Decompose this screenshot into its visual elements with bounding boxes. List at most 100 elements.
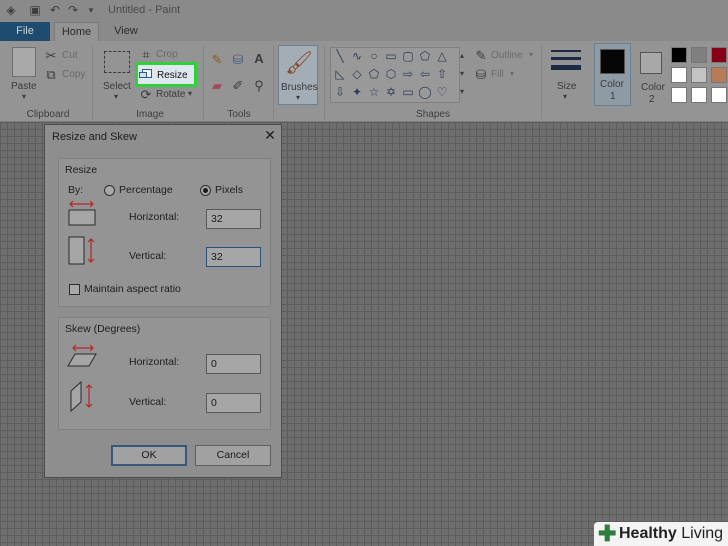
five-point-star-shape-icon[interactable]: ☆ [367, 85, 381, 99]
resize-and-skew-dialog: Resize and Skew ✕ Resize By: Percentage … [44, 124, 282, 478]
brand-text: Healthy Living [619, 525, 723, 543]
line-shape-icon[interactable]: ╲ [333, 49, 347, 63]
ribbon-separator [324, 45, 325, 119]
fill-icon[interactable]: ⛁ [475, 68, 487, 82]
heart-shape-icon[interactable]: ♡ [435, 85, 449, 99]
select-label[interactable]: Select [103, 81, 131, 92]
outline-icon[interactable]: ✎ [475, 49, 487, 63]
down-arrow-shape-icon[interactable]: ⇩ [333, 85, 347, 99]
rotate-dropdown-icon[interactable]: ▾ [188, 89, 192, 98]
close-icon[interactable]: ✕ [263, 128, 277, 142]
fill-label[interactable]: Fill [491, 69, 504, 80]
four-point-star-shape-icon[interactable]: ✦ [350, 85, 364, 99]
rounded-rectangle-shape-icon[interactable]: ▢ [401, 49, 415, 63]
color-picker-icon[interactable]: ✐ [231, 79, 245, 93]
palette-swatch[interactable] [671, 47, 687, 63]
callout-shape-icon[interactable]: ▭ [401, 85, 415, 99]
polygon-shape-icon[interactable]: ⬠ [418, 49, 432, 63]
palette-swatch[interactable] [691, 67, 707, 83]
select-icon[interactable] [104, 51, 130, 73]
text-tool-icon[interactable]: A [252, 52, 266, 66]
shapes-scroll-down-icon[interactable]: ▾ [460, 69, 464, 78]
palette-swatch[interactable] [691, 87, 707, 103]
tab-home[interactable]: Home [54, 22, 99, 41]
ok-button[interactable]: OK [111, 445, 187, 466]
eraser-icon[interactable]: ▰ [210, 79, 224, 93]
rotate-icon[interactable]: ⟳ [140, 88, 152, 102]
right-arrow-shape-icon[interactable]: ⇨ [401, 67, 415, 81]
skew-vertical-label: Vertical: [129, 396, 167, 408]
color-2-number: 2 [649, 94, 655, 105]
hexagon-shape-icon[interactable]: ⬡ [384, 67, 398, 81]
fill-bucket-icon[interactable]: ⛁ [231, 53, 245, 67]
palette-swatch[interactable] [691, 47, 707, 63]
pixels-label[interactable]: Pixels [215, 184, 243, 196]
left-arrow-shape-icon[interactable]: ⇦ [418, 67, 432, 81]
pentagon-shape-icon[interactable]: ⬠ [367, 67, 381, 81]
paste-icon[interactable] [12, 47, 36, 77]
magnifier-icon[interactable]: ⚲ [252, 79, 266, 93]
cut-icon[interactable]: ✂ [44, 49, 58, 63]
crop-label[interactable]: Crop [156, 49, 178, 60]
redo-icon[interactable]: ↷ [66, 3, 80, 17]
shapes-scroll-up-icon[interactable]: ▴ [460, 51, 464, 60]
palette-swatch[interactable] [711, 47, 727, 63]
size-dropdown-icon[interactable]: ▾ [563, 92, 567, 101]
triangle-shape-icon[interactable]: △ [435, 49, 449, 63]
palette-swatch[interactable] [711, 67, 727, 83]
maintain-aspect-ratio-label[interactable]: Maintain aspect ratio [84, 283, 181, 295]
clipboard-group-label: Clipboard [26, 109, 70, 120]
size-icon[interactable] [549, 47, 583, 77]
resize-icon-inner [139, 72, 147, 78]
outline-dropdown-icon[interactable]: ▾ [529, 50, 533, 59]
copy-label[interactable]: Copy [62, 69, 85, 80]
select-dropdown-icon[interactable]: ▾ [114, 92, 118, 101]
resize-button[interactable]: Resize [135, 62, 197, 87]
maintain-aspect-ratio-checkbox[interactable] [69, 284, 80, 295]
diamond-shape-icon[interactable]: ◇ [350, 67, 364, 81]
shapes-gallery[interactable]: ╲ ∿ ○ ▭ ▢ ⬠ △ ◺ ◇ ⬠ ⬡ ⇨ ⇦ ⇧ ⇩ ✦ ☆ ✡ ▭ ◯ … [330, 47, 460, 103]
rotate-label[interactable]: Rotate [156, 89, 185, 100]
cancel-button[interactable]: Cancel [195, 445, 271, 466]
size-label[interactable]: Size [557, 81, 576, 92]
curve-shape-icon[interactable]: ∿ [350, 49, 364, 63]
palette-swatch[interactable] [671, 67, 687, 83]
crop-icon[interactable]: ⌗ [140, 48, 152, 62]
outline-label[interactable]: Outline [491, 50, 523, 61]
percentage-radio[interactable] [104, 185, 115, 196]
skew-vertical-input[interactable] [206, 393, 261, 413]
save-icon[interactable]: ▣ [28, 3, 42, 17]
oval-callout-shape-icon[interactable]: ◯ [418, 85, 432, 99]
color-1-button[interactable]: Color 1 [594, 43, 631, 106]
color-1-swatch [600, 49, 625, 74]
copy-icon[interactable]: ⧉ [44, 68, 58, 82]
paste-label[interactable]: Paste [11, 81, 37, 92]
undo-icon[interactable]: ↶ [48, 3, 62, 17]
shapes-more-icon[interactable]: ▾ [460, 87, 464, 96]
paste-dropdown-icon[interactable]: ▾ [22, 92, 26, 101]
tab-file[interactable]: File [0, 22, 50, 41]
pixels-radio[interactable] [200, 185, 211, 196]
percentage-label[interactable]: Percentage [119, 184, 173, 196]
pencil-icon[interactable]: ✎ [210, 53, 224, 67]
fill-dropdown-icon[interactable]: ▾ [510, 69, 514, 78]
rectangle-shape-icon[interactable]: ▭ [384, 49, 398, 63]
resize-vertical-input[interactable] [206, 247, 261, 267]
skew-horizontal-input[interactable] [206, 354, 261, 374]
brushes-button[interactable]: 🖌 Brushes ▾ [278, 45, 318, 105]
oval-shape-icon[interactable]: ○ [367, 49, 381, 63]
color-2-button[interactable]: Color 2 [633, 43, 670, 106]
palette-swatch[interactable] [711, 87, 727, 103]
palette-swatch[interactable] [671, 87, 687, 103]
image-group-label: Image [136, 109, 164, 120]
vertical-skew-icon [70, 380, 93, 413]
brand-rest: Living [676, 525, 724, 542]
cut-label[interactable]: Cut [62, 50, 78, 61]
tab-view[interactable]: View [104, 22, 148, 41]
six-point-star-shape-icon[interactable]: ✡ [384, 85, 398, 99]
by-label: By: [68, 184, 84, 196]
quick-access-dropdown-icon[interactable]: ▾ [84, 3, 98, 17]
up-arrow-shape-icon[interactable]: ⇧ [435, 67, 449, 81]
right-triangle-shape-icon[interactable]: ◺ [333, 67, 347, 81]
resize-horizontal-input[interactable] [206, 209, 261, 229]
